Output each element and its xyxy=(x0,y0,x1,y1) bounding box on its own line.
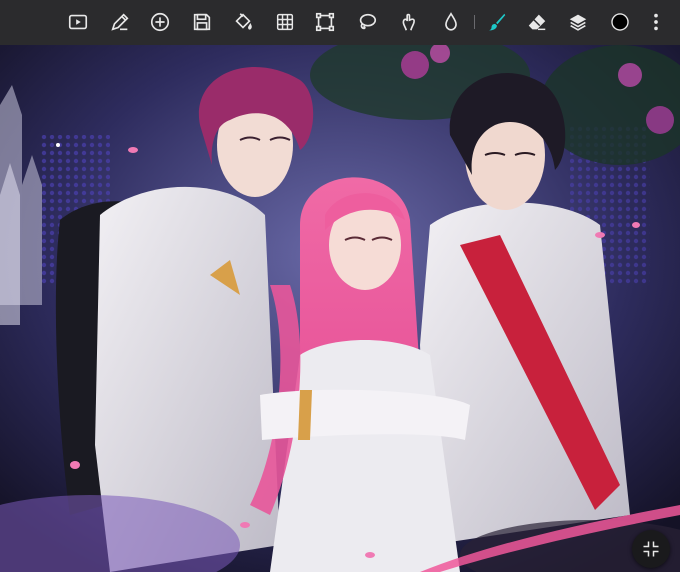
top-toolbar xyxy=(0,0,680,45)
color-swatch-icon xyxy=(611,13,629,31)
save-button[interactable] xyxy=(187,7,217,37)
toolbar-divider xyxy=(474,15,475,29)
transform-button[interactable] xyxy=(310,7,340,37)
more-vertical-icon xyxy=(654,13,658,31)
drawing-app xyxy=(0,0,680,572)
pen-settings-button[interactable] xyxy=(105,7,135,37)
fill-button[interactable] xyxy=(228,7,258,37)
pen-settings-icon xyxy=(111,13,129,31)
grid-icon xyxy=(276,13,294,31)
add-button[interactable] xyxy=(145,7,175,37)
fullscreen-toggle-button[interactable] xyxy=(632,530,670,568)
paint-bucket-icon xyxy=(235,13,252,30)
layers-icon xyxy=(569,14,587,31)
artwork-illustration xyxy=(0,45,680,572)
collapse-fullscreen-icon xyxy=(643,541,659,557)
brush-button[interactable] xyxy=(482,7,512,37)
color-button[interactable] xyxy=(605,7,635,37)
add-circle-icon xyxy=(150,12,170,32)
eraser-button[interactable] xyxy=(522,7,552,37)
brush-icon xyxy=(489,13,506,31)
save-icon xyxy=(193,13,211,31)
record-button[interactable] xyxy=(63,7,93,37)
lasso-button[interactable] xyxy=(352,7,382,37)
lasso-icon xyxy=(359,13,377,30)
blur-button[interactable] xyxy=(436,7,466,37)
video-record-icon xyxy=(68,14,88,30)
layers-button[interactable] xyxy=(563,7,593,37)
drawing-canvas[interactable] xyxy=(0,45,680,572)
water-drop-icon xyxy=(445,12,457,31)
more-menu-button[interactable] xyxy=(641,7,671,37)
grid-button[interactable] xyxy=(270,7,300,37)
smudge-button[interactable] xyxy=(394,7,424,37)
eraser-icon xyxy=(528,14,546,31)
smudge-icon xyxy=(402,13,415,31)
transform-icon xyxy=(315,12,335,32)
